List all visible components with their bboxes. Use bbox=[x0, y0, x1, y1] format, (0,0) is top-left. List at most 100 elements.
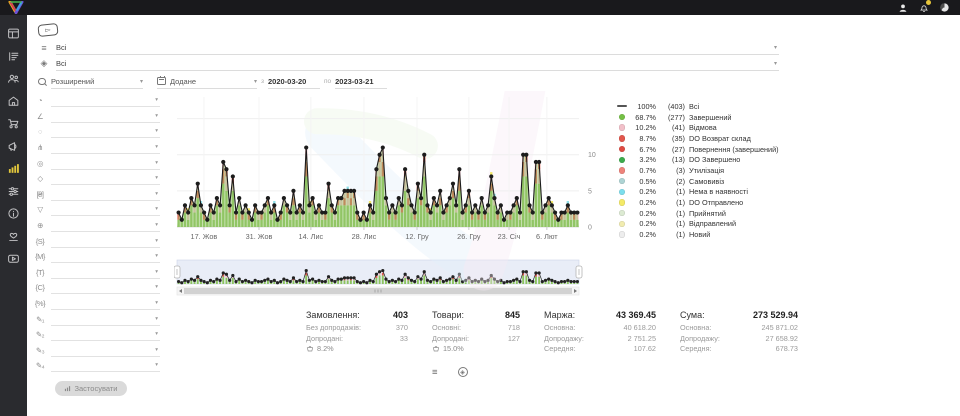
legend-count: (2) bbox=[659, 177, 685, 186]
bell-icon[interactable] bbox=[918, 2, 929, 13]
date-to-input[interactable]: 2023-03-21 bbox=[335, 75, 387, 89]
date-to-label: по bbox=[324, 78, 331, 85]
left-rail bbox=[0, 15, 27, 416]
legend-percent: 3.2% bbox=[630, 155, 656, 164]
legend-marker bbox=[616, 178, 628, 185]
legend-item[interactable]: 0.2%(1)Відправлений bbox=[616, 219, 779, 230]
top-filter-select-0[interactable]: Всі▾ bbox=[56, 41, 779, 55]
legend-item[interactable]: 0.7%(3)Утилізація bbox=[616, 165, 779, 176]
legend-item[interactable]: 0.2%(1)Новий bbox=[616, 229, 779, 240]
summary-title: Товари: bbox=[432, 310, 464, 320]
rail-item-support-icon[interactable] bbox=[7, 230, 21, 243]
filter-select-utm-content[interactable]: ▾ bbox=[51, 281, 160, 294]
empty-icon: ◌ bbox=[33, 127, 47, 136]
summary-sub-value: 127 bbox=[508, 334, 520, 345]
top-filter-select-1[interactable]: Всі▾ bbox=[56, 57, 779, 71]
filter-select-location[interactable]: ▾ bbox=[51, 157, 160, 170]
filter-select-segment[interactable]: ▾ bbox=[51, 94, 160, 107]
rail-item-delivery-icon[interactable] bbox=[7, 117, 21, 130]
custom-2-icon: ✎₂ bbox=[33, 330, 47, 339]
legend-marker bbox=[616, 221, 628, 228]
filter-select-empty[interactable]: ▾ bbox=[51, 125, 160, 138]
filter-select-share[interactable]: ▾ bbox=[51, 141, 160, 154]
statuses-toggle-icon[interactable]: ≡ bbox=[432, 367, 438, 378]
user-icon[interactable] bbox=[897, 2, 908, 13]
filter-row-custom-2: ✎₂ ▾ bbox=[33, 327, 160, 343]
legend-count: (13) bbox=[659, 155, 685, 164]
filter-select-utm-campaign[interactable]: ▾ bbox=[51, 297, 160, 310]
legend-percent: 0.2% bbox=[630, 187, 656, 196]
filter-row-utm-source: {S}▾ bbox=[33, 233, 160, 249]
legend-item[interactable]: 3.2%(13)DO Завершено bbox=[616, 154, 779, 165]
filter-select-funnel[interactable]: ▾ bbox=[51, 203, 160, 216]
filter-select-angle[interactable]: ▾ bbox=[51, 110, 160, 123]
brand-logo[interactable] bbox=[8, 1, 24, 14]
top-bar bbox=[0, 0, 960, 15]
navigator-handle[interactable] bbox=[576, 266, 582, 278]
search-icon[interactable] bbox=[38, 78, 46, 86]
rail-item-marketing-icon[interactable] bbox=[7, 140, 21, 153]
apply-button[interactable]: Застосувати bbox=[55, 381, 127, 396]
filter-select-payment[interactable]: ▾ bbox=[51, 188, 160, 201]
tags-icon[interactable]: ▻ bbox=[37, 23, 58, 37]
legend-item[interactable]: 6.7%(27)Повернення (завершений) bbox=[616, 144, 779, 155]
svg-text:5: 5 bbox=[588, 188, 592, 195]
main-area: ▻ ≡Всі▾◈Всі▾ Розширений ▾ Додане ▾ з 202… bbox=[27, 15, 960, 416]
summary-sub-label: Основна: bbox=[544, 323, 575, 334]
legend-count: (1) bbox=[659, 187, 685, 196]
location-icon: ◎ bbox=[33, 159, 47, 168]
legend-count: (277) bbox=[659, 113, 685, 122]
legend-item[interactable]: 0.5%(2)Самовивіз bbox=[616, 176, 779, 187]
date-field-select[interactable]: Додане ▾ bbox=[157, 75, 257, 89]
filter-select-custom-4[interactable]: ▾ bbox=[51, 359, 160, 372]
summary-sub-value: 40 618.20 bbox=[624, 323, 656, 334]
products-toggle-icon[interactable]: ◈ bbox=[458, 367, 468, 377]
navigator-handle[interactable] bbox=[174, 266, 180, 278]
rail-item-statistics-icon[interactable] bbox=[7, 162, 21, 175]
rail-item-store-icon[interactable] bbox=[7, 95, 21, 108]
filter-select-package[interactable]: ▾ bbox=[51, 172, 160, 185]
legend-percent: 0.5% bbox=[630, 177, 656, 186]
filter-row-custom-3: ✎₃ ▾ bbox=[33, 343, 160, 359]
chart-navigator[interactable] bbox=[174, 259, 606, 297]
search-mode-select[interactable]: Розширений ▾ bbox=[51, 75, 143, 89]
filter-select-custom-3[interactable]: ▾ bbox=[51, 344, 160, 357]
summary-value: 403 bbox=[393, 310, 408, 320]
filter-select-utm-source[interactable]: ▾ bbox=[51, 235, 160, 248]
avatar-icon[interactable] bbox=[939, 2, 950, 13]
filter-select-custom-2[interactable]: ▾ bbox=[51, 328, 160, 341]
legend-item[interactable]: 10.2%(41)Відмова bbox=[616, 122, 779, 133]
legend-count: (41) bbox=[659, 123, 685, 132]
legend-item[interactable]: 68.7%(277)Завершений bbox=[616, 112, 779, 123]
summary-column: Товари:845Основні:718Допродані:12715.0% bbox=[432, 310, 520, 355]
filter-select-utm-medium[interactable]: ▾ bbox=[51, 250, 160, 263]
rail-item-info-icon[interactable] bbox=[7, 207, 21, 220]
date-from-label: з bbox=[261, 78, 264, 85]
rail-item-customers-icon[interactable] bbox=[7, 72, 21, 85]
legend-item[interactable]: 0.2%(1)DO Отправлено bbox=[616, 197, 779, 208]
legend-marker bbox=[616, 146, 628, 153]
payment-icon: [₴] bbox=[33, 190, 47, 199]
filter-row-custom-4: ✎₄▾ bbox=[33, 358, 160, 374]
rail-item-orders-icon[interactable] bbox=[7, 50, 21, 63]
custom-3-icon: ✎₃ bbox=[33, 346, 47, 355]
legend-item[interactable]: 100%(403)Всі bbox=[616, 101, 779, 112]
filter-select-custom-1[interactable]: ▾ bbox=[51, 313, 160, 326]
legend-item[interactable]: 0.2%(1)Нема в наявності bbox=[616, 187, 779, 198]
main-chart[interactable]: 051017. Жов31. Жов14. Лис28. Лис12. Гру2… bbox=[174, 93, 606, 245]
top-filters: ▻ ≡Всі▾◈Всі▾ Розширений ▾ Додане ▾ з 202… bbox=[27, 15, 779, 90]
summary-sub-label: Без допродажів: bbox=[306, 323, 361, 334]
legend-item[interactable]: 8.7%(35)DO Возврат склад bbox=[616, 133, 779, 144]
chevron-down-icon: ▾ bbox=[774, 44, 779, 51]
filter-select-web[interactable]: ▾ bbox=[51, 219, 160, 232]
legend-label: Всі bbox=[689, 102, 699, 111]
share-icon: ⋔ bbox=[33, 143, 47, 152]
summary-sub-label: Середня: bbox=[680, 344, 712, 355]
date-from-input[interactable]: 2020-03-20 bbox=[268, 75, 320, 89]
filter-row-utm-content: {C}▾ bbox=[33, 280, 160, 296]
rail-item-video-icon[interactable] bbox=[7, 252, 21, 265]
legend-item[interactable]: 0.2%(1)Прийнятий bbox=[616, 208, 779, 219]
rail-item-settings-icon[interactable] bbox=[7, 185, 21, 198]
rail-item-dashboard-icon[interactable] bbox=[7, 27, 21, 40]
filter-select-utm-term[interactable]: ▾ bbox=[51, 266, 160, 279]
